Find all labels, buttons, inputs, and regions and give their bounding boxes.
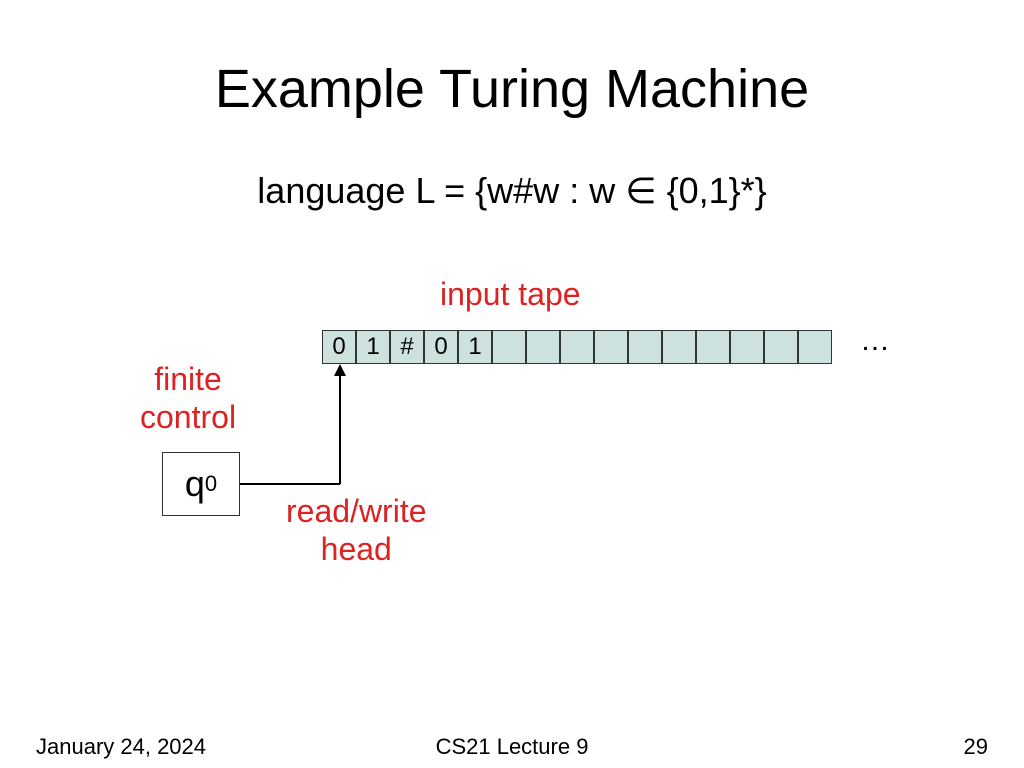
tape-cell [662,330,696,364]
head-arrow-icon [240,360,360,490]
rw-line1: read/write [286,493,427,529]
language-definition: language L = {w#w : w ∈ {0,1}*} [0,170,1024,212]
finite-control-line1: finite [154,361,222,397]
tape-cell [730,330,764,364]
tape-cell [560,330,594,364]
tape-cell: 1 [458,330,492,364]
tape-cell [764,330,798,364]
tape-cell: 0 [322,330,356,364]
state-name: q [185,463,205,505]
footer-course: CS21 Lecture 9 [0,734,1024,760]
tape-cell [628,330,662,364]
tape: 0 1 # 0 1 [322,330,832,364]
finite-control-line2: control [140,399,236,435]
slide: Example Turing Machine language L = {w#w… [0,0,1024,768]
rw-line2: head [321,531,392,567]
tape-cell [492,330,526,364]
tape-cell: # [390,330,424,364]
tape-cell [696,330,730,364]
read-write-head-label: read/write head [286,492,427,569]
state-box: q0 [162,452,240,516]
tape-cell [594,330,628,364]
slide-title: Example Turing Machine [0,58,1024,120]
tape-ellipsis: … [860,324,890,358]
input-tape-label: input tape [440,276,581,313]
finite-control-label: finite control [140,360,236,437]
tape-cell [798,330,832,364]
tape-cell: 0 [424,330,458,364]
state-subscript: 0 [205,471,217,497]
footer-page-number: 29 [964,734,988,760]
tape-cell: 1 [356,330,390,364]
tape-cell [526,330,560,364]
